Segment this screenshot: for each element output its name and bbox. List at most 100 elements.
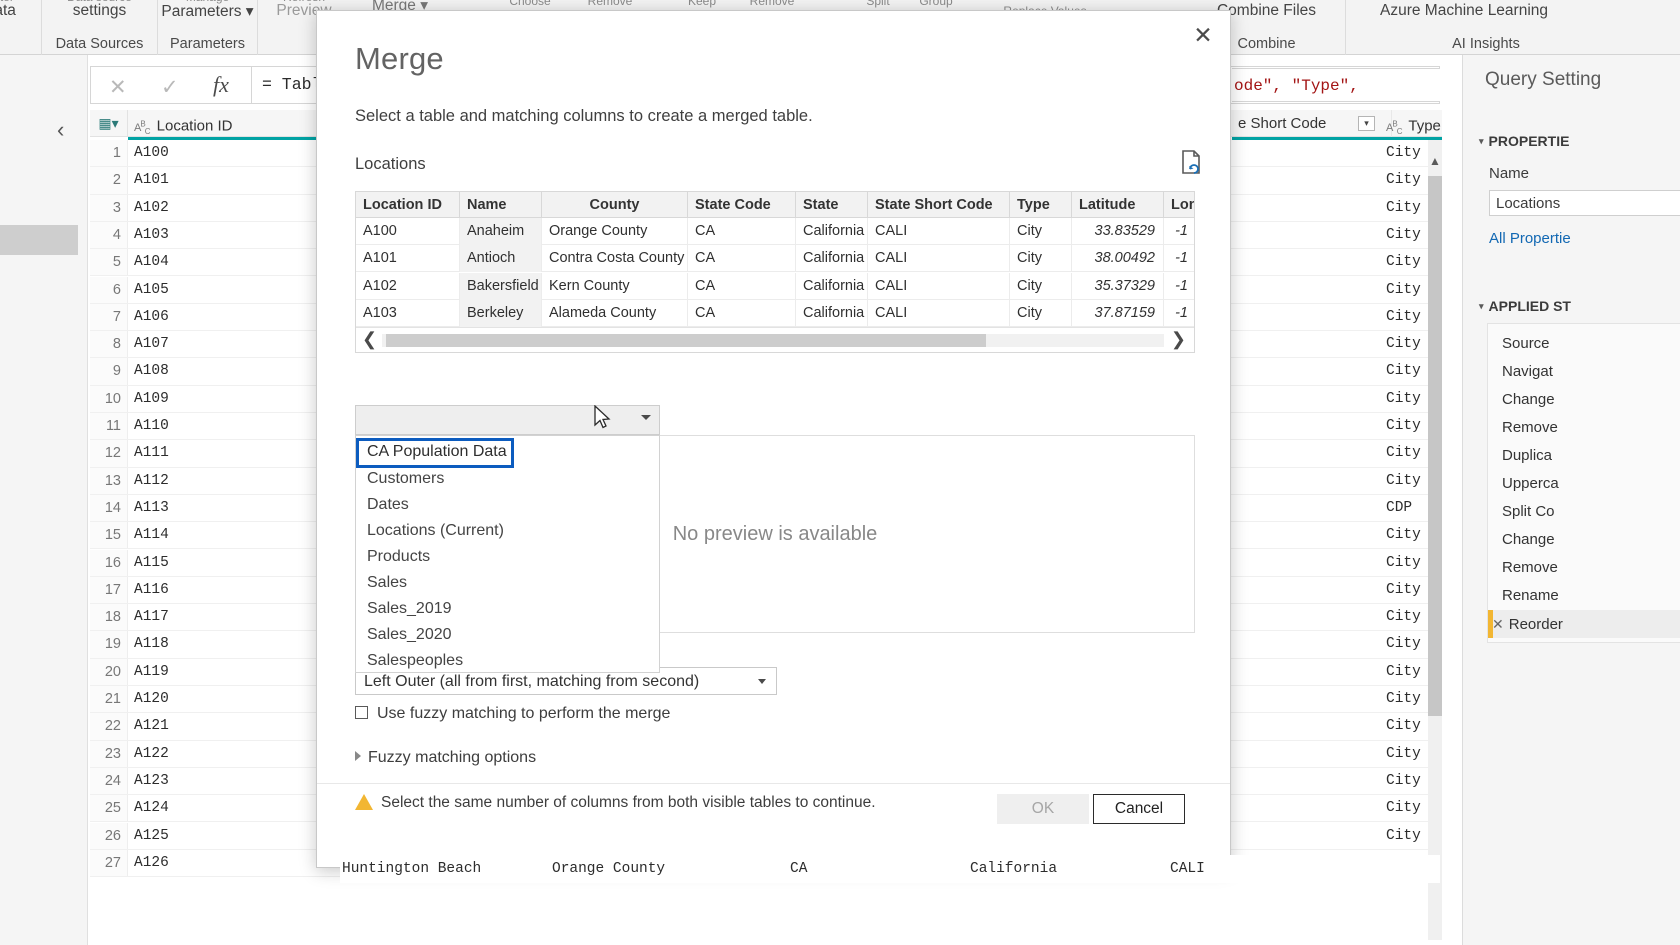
- preview-cell-type[interactable]: City: [1010, 272, 1072, 300]
- preview-column-header-state-code[interactable]: State Code: [688, 192, 796, 218]
- chevron-right-icon[interactable]: ❯: [1171, 329, 1186, 350]
- preview-cell-name[interactable]: Anaheim: [460, 218, 542, 245]
- preview-column-header-state[interactable]: State: [796, 192, 868, 218]
- scroll-up-icon[interactable]: ▲: [1429, 154, 1441, 168]
- dropdown-option-sales-2019[interactable]: Sales_2019: [356, 596, 659, 622]
- applied-step-navigat[interactable]: Navigat: [1488, 358, 1680, 386]
- preview-column-header-county[interactable]: County: [542, 192, 688, 218]
- dropdown-option-locations-current[interactable]: Locations (Current): [356, 518, 659, 544]
- preview-cell-location-id[interactable]: A101: [356, 245, 460, 273]
- preview-cell-state-code[interactable]: CA: [688, 272, 796, 300]
- applied-step-upperca[interactable]: Upperca: [1488, 470, 1680, 498]
- close-icon[interactable]: ✕: [1186, 21, 1220, 51]
- chevron-left-icon[interactable]: ❮: [362, 329, 377, 350]
- preview-column-header-name[interactable]: Name: [460, 192, 542, 218]
- grid-vertical-scrollbar[interactable]: ▲: [1428, 140, 1442, 940]
- fuzzy-matching-options-expander[interactable]: Fuzzy matching options: [355, 749, 536, 767]
- applied-step-change[interactable]: Change: [1488, 526, 1680, 554]
- preview-cell-longitude[interactable]: -1: [1164, 300, 1194, 327]
- properties-section-heading[interactable]: ▾ PROPERTIE: [1479, 133, 1569, 149]
- preview-cell-location-id[interactable]: A100: [356, 218, 460, 245]
- preview-cell-longitude[interactable]: -1: [1164, 245, 1194, 272]
- dropdown-option-ca-population-data[interactable]: CA Population Data: [356, 438, 514, 468]
- preview-cell-county[interactable]: Kern County: [542, 272, 688, 300]
- collapse-queries-icon[interactable]: ‹: [57, 117, 64, 143]
- dropdown-option-dates[interactable]: Dates: [356, 492, 659, 518]
- applied-step-remove[interactable]: Remove: [1488, 554, 1680, 582]
- query-name-input[interactable]: Locations: [1489, 190, 1680, 216]
- preview-cell-latitude[interactable]: 38.00492: [1072, 245, 1164, 273]
- preview-cell-longitude[interactable]: -1: [1164, 273, 1194, 300]
- x-icon[interactable]: ✕: [1492, 616, 1504, 632]
- preview-cell-county[interactable]: Alameda County: [542, 300, 688, 328]
- ok-button[interactable]: OK: [997, 794, 1089, 824]
- check-icon[interactable]: ✓: [161, 75, 179, 100]
- preview-cell-type[interactable]: City: [1010, 300, 1072, 328]
- preview-cell-state-code[interactable]: CA: [688, 218, 796, 245]
- table-row[interactable]: A101 Antioch Contra Costa County CA Californ…: [356, 245, 1194, 273]
- query-list-selected-item[interactable]: [0, 225, 78, 255]
- preview-cell-state-short-code[interactable]: CALI: [868, 245, 1010, 273]
- preview-cell-state-short-code[interactable]: CALI: [868, 300, 1010, 328]
- chevron-down-icon[interactable]: [758, 679, 766, 684]
- preview-column-header-state-short-code[interactable]: State Short Code: [868, 192, 1010, 218]
- checkbox[interactable]: [355, 706, 368, 719]
- applied-step-duplica[interactable]: Duplica: [1488, 442, 1680, 470]
- preview-cell-location-id[interactable]: A102: [356, 272, 460, 300]
- preview-cell-latitude[interactable]: 37.87159: [1072, 300, 1164, 328]
- dropdown-option-sales[interactable]: Sales: [356, 570, 659, 596]
- preview-cell-name[interactable]: Bakersfield: [460, 272, 542, 300]
- applied-step-remove[interactable]: Remove: [1488, 414, 1680, 442]
- second-table-dropdown-list[interactable]: CA Population Data Customers Dates Location…: [355, 435, 660, 673]
- preview-cell-latitude[interactable]: 33.83529: [1072, 218, 1164, 245]
- preview-column-header-location-id[interactable]: Location ID: [356, 192, 460, 218]
- ribbon-group-data-sources[interactable]: Data source settings Data Sources: [42, 0, 158, 55]
- preview-column-header-type[interactable]: Type: [1010, 192, 1072, 218]
- preview-cell-type[interactable]: City: [1010, 245, 1072, 273]
- preview-cell-state[interactable]: California: [796, 272, 868, 300]
- filter-dropdown-icon[interactable]: ▾: [1358, 116, 1375, 131]
- dropdown-option-products[interactable]: Products: [356, 544, 659, 570]
- table-row[interactable]: A100 Anaheim Orange County CA California CALI…: [356, 218, 1194, 245]
- preview-cell-location-id[interactable]: A103: [356, 300, 460, 328]
- preview-cell-state[interactable]: California: [796, 245, 868, 273]
- applied-step-rename[interactable]: Rename: [1488, 582, 1680, 610]
- preview-cell-county[interactable]: Orange County: [542, 218, 688, 245]
- preview-cell-name[interactable]: Antioch: [460, 245, 542, 273]
- all-properties-link[interactable]: All Propertie: [1489, 230, 1571, 247]
- applied-step-split-co[interactable]: Split Co: [1488, 498, 1680, 526]
- preview-column-header-latitude[interactable]: Latitude: [1072, 192, 1164, 218]
- preview-cell-state[interactable]: California: [796, 218, 868, 245]
- scrollbar-thumb[interactable]: [386, 334, 986, 347]
- dropdown-option-sales-2020[interactable]: Sales_2020: [356, 622, 659, 648]
- ribbon-group-enter-data[interactable]: Enter Data: [0, 0, 42, 55]
- preview-cell-state-code[interactable]: CA: [688, 300, 796, 328]
- grid-column-header-type[interactable]: ABC Type: [1380, 110, 1442, 137]
- preview-cell-county[interactable]: Contra Costa County: [542, 245, 688, 273]
- chevron-down-icon[interactable]: [641, 415, 651, 420]
- refresh-preview-icon[interactable]: [1180, 149, 1204, 175]
- formula-input-right-fragment[interactable]: ode", "Type",: [1232, 68, 1440, 102]
- dropdown-option-salespeoples[interactable]: Salespeoples: [356, 648, 659, 674]
- table-row[interactable]: A103 Berkeley Alameda County CA California CA…: [356, 300, 1194, 328]
- preview-cell-state-short-code[interactable]: CALI: [868, 272, 1010, 300]
- preview-cell-longitude[interactable]: -1: [1164, 218, 1194, 245]
- fuzzy-matching-checkbox-row[interactable]: Use fuzzy matching to perform the merge: [355, 705, 670, 727]
- applied-step-reorder[interactable]: ✕ Reorder: [1488, 610, 1680, 638]
- preview-cell-state-short-code[interactable]: CALI: [868, 218, 1010, 245]
- fx-icon[interactable]: fx: [213, 72, 229, 98]
- applied-step-change[interactable]: Change: [1488, 386, 1680, 414]
- applied-step-source[interactable]: Source: [1488, 330, 1680, 358]
- dropdown-option-customers[interactable]: Customers: [356, 466, 659, 492]
- preview-cell-name[interactable]: Berkeley: [460, 300, 542, 328]
- ribbon-group-parameters[interactable]: Manage Parameters ▾ Parameters: [158, 0, 258, 55]
- preview-column-header-longitude[interactable]: Long: [1164, 192, 1194, 218]
- preview-cell-state-code[interactable]: CA: [688, 245, 796, 273]
- select-all-columns-icon[interactable]: ▦▾: [90, 110, 128, 137]
- second-table-select[interactable]: [355, 405, 660, 435]
- preview-cell-latitude[interactable]: 35.37329: [1072, 272, 1164, 300]
- applied-steps-section-heading[interactable]: ▾ APPLIED ST: [1479, 298, 1571, 314]
- x-icon[interactable]: ✕: [109, 75, 127, 100]
- cancel-button[interactable]: Cancel: [1093, 794, 1185, 824]
- preview-cell-type[interactable]: City: [1010, 218, 1072, 245]
